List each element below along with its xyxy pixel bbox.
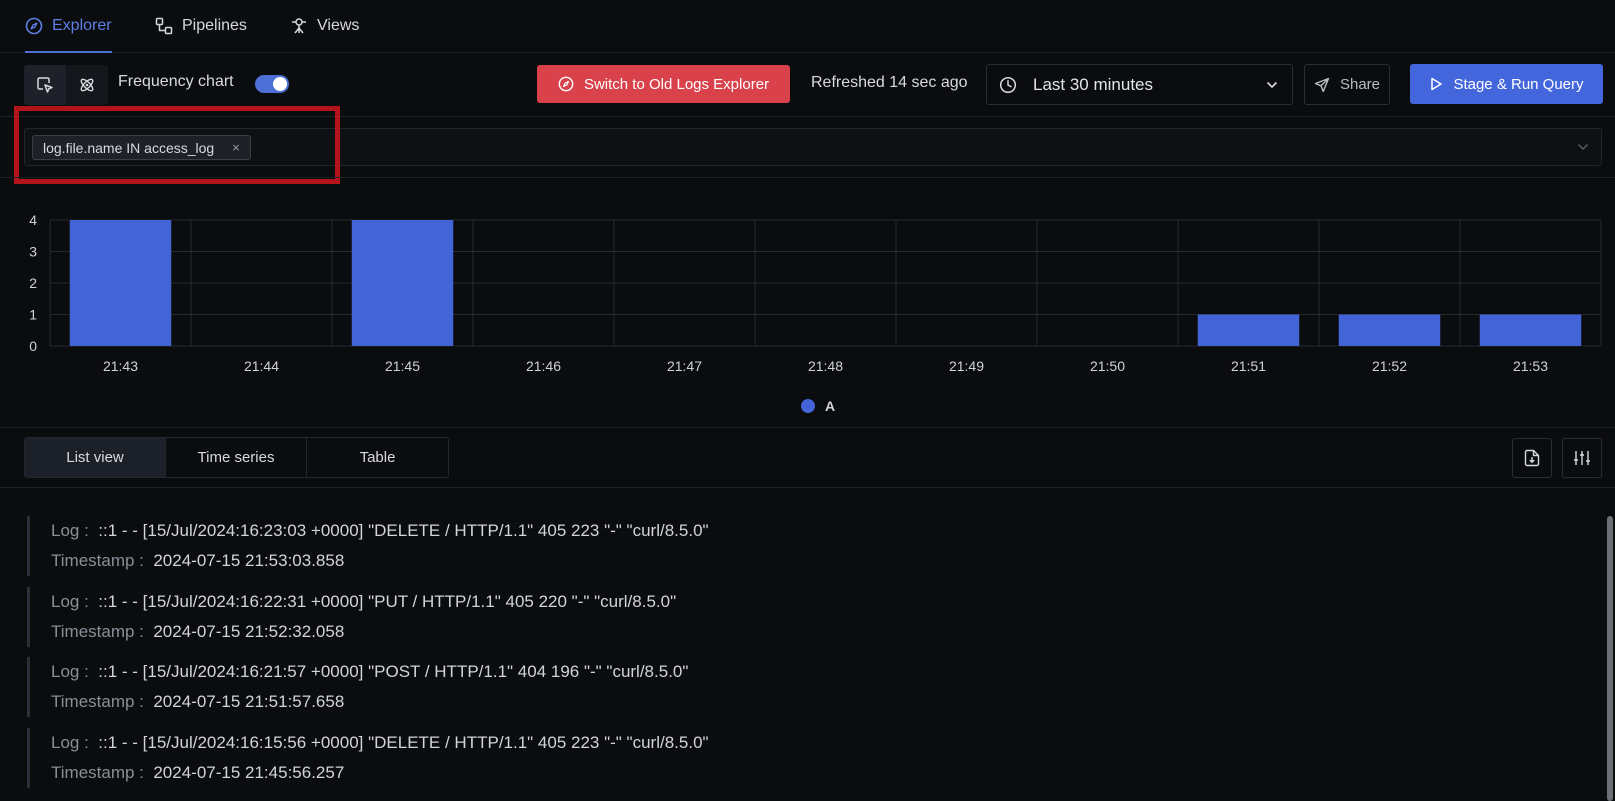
x-tick-label: 21:50	[1090, 358, 1125, 374]
tab-views[interactable]: Views	[290, 0, 359, 52]
log-entry[interactable]: Log : ::1 - - [15/Jul/2024:16:15:56 +000…	[27, 728, 1567, 788]
frequency-chart: 0 1 2 3 4 21:43 21:44 21:45 21:46 21:47 21:48 21:49…	[29, 212, 1602, 414]
log-entry[interactable]: Log : ::1 - - [15/Jul/2024:16:22:31 +000…	[27, 587, 1567, 647]
legend-swatch[interactable]	[801, 399, 815, 413]
toolbar: Frequency chart Switch to Old Logs Explo…	[0, 53, 1615, 117]
y-tick-label: 4	[29, 212, 37, 228]
compass-icon	[558, 76, 574, 92]
x-tick-label: 21:48	[808, 358, 843, 374]
download-button[interactable]	[1512, 438, 1552, 478]
log-message: ::1 - - [15/Jul/2024:16:22:31 +0000] "PU…	[98, 592, 677, 611]
switch-old-explorer-button[interactable]: Switch to Old Logs Explorer	[537, 65, 790, 103]
code-query-button[interactable]	[66, 65, 108, 105]
log-timestamp: 2024-07-15 21:52:32.058	[153, 622, 345, 641]
divider	[0, 487, 1615, 488]
sliders-icon	[1574, 451, 1590, 465]
x-tick-label: 21:49	[949, 358, 984, 374]
x-tick-label: 21:52	[1372, 358, 1407, 374]
log-timestamp: 2024-07-15 21:53:03.858	[153, 551, 345, 570]
refreshed-status: Refreshed 14 sec ago	[811, 74, 968, 91]
query-mode-toggle	[24, 65, 108, 105]
log-key: Log :	[51, 733, 89, 752]
cursor-select-icon	[37, 77, 53, 93]
divider	[0, 177, 1615, 178]
stage-run-query-label: Stage & Run Query	[1453, 75, 1584, 93]
scrollbar[interactable]	[1607, 516, 1613, 801]
pipelines-icon	[155, 17, 173, 35]
remove-filter-icon[interactable]: ×	[232, 140, 240, 155]
query-filter-bar[interactable]: log.file.name IN access_log ×	[24, 128, 1602, 166]
timestamp-key: Timestamp :	[51, 622, 144, 641]
chart-bar[interactable]	[1338, 314, 1441, 347]
log-message: ::1 - - [15/Jul/2024:16:15:56 +0000] "DE…	[98, 733, 709, 752]
tab-table[interactable]: Table	[307, 438, 448, 477]
send-icon	[1314, 77, 1330, 92]
compass-icon	[25, 17, 43, 35]
tab-pipelines[interactable]: Pipelines	[155, 0, 247, 52]
chevron-down-icon[interactable]	[1577, 142, 1589, 152]
x-tick-label: 21:44	[244, 358, 279, 374]
filter-chip[interactable]: log.file.name IN access_log ×	[32, 135, 251, 160]
atom-icon	[80, 78, 94, 92]
legend-label[interactable]: A	[825, 398, 835, 414]
views-icon	[292, 18, 306, 34]
x-tick-label: 21:43	[103, 358, 138, 374]
log-message: ::1 - - [15/Jul/2024:16:21:57 +0000] "PO…	[98, 662, 689, 681]
clock-icon	[999, 76, 1017, 93]
view-tabs: List view Time series Table	[24, 437, 449, 478]
x-tick-label: 21:47	[667, 358, 702, 374]
chart-bar[interactable]	[1479, 314, 1582, 347]
tab-list-view[interactable]: List view	[25, 438, 166, 477]
chart-bar[interactable]	[1197, 314, 1300, 347]
time-range-value: Last 30 minutes	[1033, 74, 1154, 94]
tab-explorer[interactable]: Explorer	[25, 0, 112, 53]
x-tick-label: 21:45	[385, 358, 420, 374]
download-icon	[1524, 449, 1540, 467]
y-tick-label: 1	[29, 307, 37, 323]
y-tick-label: 2	[29, 275, 37, 291]
chart-bar[interactable]	[69, 220, 172, 346]
filter-chip-label: log.file.name IN access_log	[43, 139, 215, 156]
tab-explorer-label: Explorer	[52, 17, 112, 34]
share-label: Share	[1339, 76, 1381, 93]
timestamp-key: Timestamp :	[51, 692, 144, 711]
log-timestamp: 2024-07-15 21:51:57.658	[153, 692, 345, 711]
log-key: Log :	[51, 521, 89, 540]
log-entry[interactable]: Log : ::1 - - [15/Jul/2024:16:23:03 +000…	[27, 516, 1567, 576]
tab-time-series[interactable]: Time series	[166, 438, 307, 477]
chart-bar[interactable]	[351, 220, 454, 346]
x-tick-label: 21:51	[1231, 358, 1266, 374]
timestamp-key: Timestamp :	[51, 551, 144, 570]
x-tick-label: 21:53	[1513, 358, 1548, 374]
time-range-select[interactable]: Last 30 minutes	[986, 64, 1293, 105]
switch-old-explorer-label: Switch to Old Logs Explorer	[583, 75, 770, 93]
y-tick-label: 0	[29, 338, 37, 354]
chevron-down-icon	[1266, 81, 1278, 89]
top-navigation: Explorer Pipelines Views	[0, 0, 1615, 53]
tab-pipelines-label: Pipelines	[182, 17, 247, 34]
frequency-chart-toggle[interactable]	[255, 75, 289, 93]
query-builder-button[interactable]	[24, 65, 66, 105]
tab-views-label: Views	[317, 17, 360, 34]
toggle-knob	[273, 77, 287, 91]
log-message: ::1 - - [15/Jul/2024:16:23:03 +0000] "DE…	[98, 521, 709, 540]
y-tick-label: 3	[29, 244, 37, 260]
log-key: Log :	[51, 662, 89, 681]
column-settings-button[interactable]	[1562, 438, 1602, 478]
x-tick-label: 21:46	[526, 358, 561, 374]
play-icon	[1431, 77, 1443, 91]
share-button[interactable]: Share	[1304, 64, 1390, 105]
frequency-chart-label: Frequency chart	[118, 73, 234, 90]
timestamp-key: Timestamp :	[51, 763, 144, 782]
log-key: Log :	[51, 592, 89, 611]
stage-run-query-button[interactable]: Stage & Run Query	[1410, 64, 1603, 104]
log-entry[interactable]: Log : ::1 - - [15/Jul/2024:16:21:57 +000…	[27, 657, 1567, 717]
divider	[0, 427, 1615, 428]
log-timestamp: 2024-07-15 21:45:56.257	[153, 763, 345, 782]
